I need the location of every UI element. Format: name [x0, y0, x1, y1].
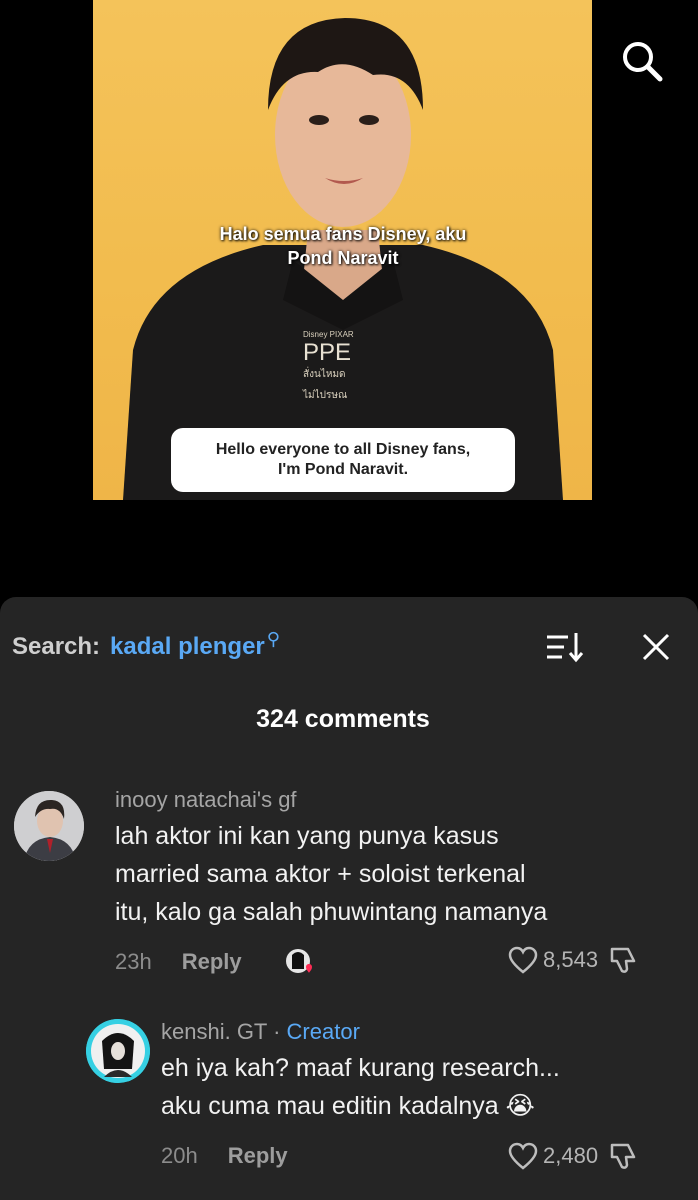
subtitle-line: I'm Pond Naravit.	[277, 461, 409, 478]
avatar-image	[86, 1019, 150, 1083]
comment-time: 20h	[161, 1143, 198, 1168]
creator-liked-badge	[284, 947, 316, 977]
like-count: 8,543	[543, 947, 599, 972]
avatar[interactable]	[86, 1019, 150, 1083]
subtitle-line: Pond Naravit	[287, 248, 399, 268]
username-text: kenshi. GT	[161, 1019, 267, 1044]
comment-text: lah aktor ini kan yang punya kasus marri…	[115, 817, 547, 931]
creator-avatar-icon	[285, 949, 312, 973]
comment-search-bar[interactable]: Search: kadal plenger ⚲	[12, 627, 280, 667]
like-group: 8,543	[507, 945, 638, 975]
search-prefix-label: Search:	[12, 633, 101, 660]
shirt-print-line: สั่งนไหมด	[303, 369, 346, 380]
creator-badge: Creator	[286, 1019, 360, 1044]
comment-username[interactable]: kenshi. GT · Creator	[161, 1019, 360, 1045]
comment-text-line: eh iya kah? maaf kurang research...	[161, 1054, 560, 1082]
dislike-icon[interactable]	[608, 945, 638, 975]
avatar-image	[14, 791, 84, 861]
heart-icon[interactable]	[507, 945, 539, 975]
subtitle-indonesian: Halo semua fans Disney, aku Pond Naravit	[183, 222, 503, 270]
reply-button[interactable]: Reply	[182, 949, 242, 975]
comment-item: inooy natachai's gf lah aktor ini kan ya…	[0, 787, 698, 987]
like-group: 2,480	[507, 1141, 638, 1171]
comment-username[interactable]: inooy natachai's gf	[115, 787, 297, 813]
sort-icon[interactable]	[544, 629, 584, 665]
comment-text: eh iya kah? maaf kurang research... aku …	[161, 1049, 560, 1125]
comment-meta: 23h Reply	[115, 947, 316, 977]
subtitle-line: Hello everyone to all Disney fans,	[215, 441, 471, 458]
comment-meta: 20h Reply	[161, 1143, 288, 1169]
search-icon[interactable]	[617, 36, 667, 86]
comment-text-line: lah aktor ini kan yang punya kasus	[115, 822, 499, 850]
comment-count: 324 comments	[256, 705, 430, 733]
subtitle-line: Halo semua fans Disney, aku	[219, 224, 467, 244]
search-term-link[interactable]: kadal plenger	[110, 633, 265, 661]
search-term-icon[interactable]: ⚲	[267, 629, 280, 650]
video-player[interactable]: Halo semua fans Disney, aku Pond Naravit…	[0, 0, 698, 600]
like-count: 2,480	[543, 1143, 599, 1168]
shirt-print-line: Disney PIXAR	[303, 330, 354, 339]
comment-text-line: married sama aktor + soloist terkenal	[115, 860, 526, 888]
avatar[interactable]	[14, 791, 84, 861]
badge-separator: ·	[266, 1019, 287, 1044]
reply-button[interactable]: Reply	[228, 1143, 288, 1169]
comment-time: 23h	[115, 949, 152, 974]
comment-text-line: aku cuma mau editin kadalnya 😭	[161, 1092, 535, 1120]
shirt-print-line: ไม่ไปรษณ	[303, 390, 348, 401]
subtitle-english: Hello everyone to all Disney fans, I'm P…	[171, 428, 515, 492]
video-frame[interactable]: Halo semua fans Disney, aku Pond Naravit…	[93, 0, 592, 500]
shirt-print: Disney PIXAR PPE สั่งนไหมด ไม่ไปรษณ	[303, 330, 354, 403]
dislike-icon[interactable]	[608, 1141, 638, 1171]
comments-sheet: Search: kadal plenger ⚲ 324 comments ino…	[0, 597, 698, 1200]
comment-text-line: itu, kalo ga salah phuwintang namanya	[115, 898, 548, 926]
close-icon[interactable]	[636, 627, 676, 667]
shirt-print-line: PPE	[303, 339, 352, 366]
heart-icon[interactable]	[507, 1141, 539, 1171]
reply-comment-item: kenshi. GT · Creator eh iya kah? maaf ku…	[0, 1017, 698, 1197]
